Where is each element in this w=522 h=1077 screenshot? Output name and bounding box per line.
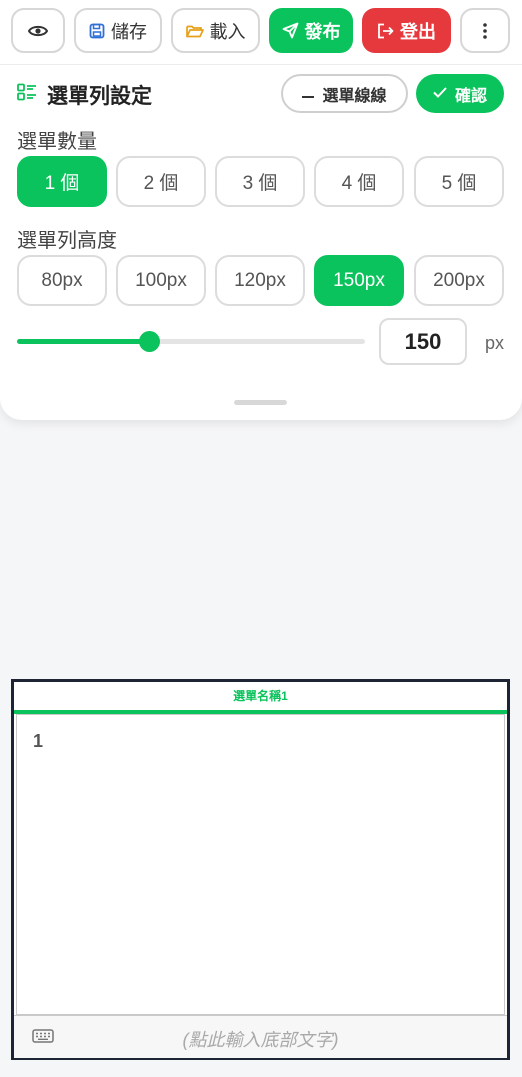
save-icon [89, 23, 105, 39]
count-option-3[interactable]: 3 個 [215, 156, 305, 207]
rich-menu-preview: 選單名稱1 1 (點此輸入底部文字) [11, 679, 510, 1060]
confirm-button[interactable]: 確認 [416, 74, 504, 113]
logout-icon [377, 23, 394, 39]
menu-tab[interactable]: 選單名稱1 [14, 687, 507, 704]
more-button[interactable] [460, 8, 510, 53]
section-title: 選單列設定 [17, 80, 152, 110]
height-option-80[interactable]: 80px [17, 255, 107, 306]
confirm-label: 確認 [454, 87, 487, 105]
folder-open-icon [185, 24, 204, 38]
bottom-text-placeholder[interactable]: (點此輸入底部文字) [14, 1026, 507, 1052]
height-option-120[interactable]: 120px [215, 255, 305, 306]
top-toolbar: 儲存 載入 發布 登出 [0, 0, 522, 65]
count-option-1[interactable]: 1 個 [17, 156, 107, 207]
menu-bottom-bar[interactable]: (點此輸入底部文字) [14, 1015, 507, 1058]
height-slider[interactable] [17, 331, 365, 352]
area-number: 1 [33, 731, 44, 751]
count-option-4[interactable]: 4 個 [314, 156, 404, 207]
count-option-2[interactable]: 2 個 [116, 156, 206, 207]
publish-label: 發布 [304, 21, 341, 42]
slider-fill [17, 339, 150, 344]
gridlines-button[interactable]: 選單線線 [281, 74, 408, 113]
preview-button[interactable] [11, 8, 65, 53]
logout-button[interactable]: 登出 [362, 8, 451, 53]
height-option-150[interactable]: 150px [314, 255, 404, 306]
menu-height-label: 選單列高度 [17, 230, 117, 252]
height-unit: px [485, 333, 505, 353]
save-button[interactable]: 儲存 [74, 8, 162, 53]
height-option-200[interactable]: 200px [414, 255, 504, 306]
slider-thumb[interactable] [139, 331, 161, 352]
menu-area-1[interactable]: 1 [16, 714, 505, 1015]
publish-button[interactable]: 發布 [269, 8, 353, 53]
height-option-100[interactable]: 100px [116, 255, 206, 306]
height-value-input[interactable]: 150 [379, 318, 467, 365]
section-title-text: 選單列設定 [47, 85, 152, 108]
more-vertical-icon [483, 22, 487, 39]
send-icon [282, 22, 299, 39]
gridlines-label: 選單線線 [322, 87, 387, 105]
minus-icon [302, 85, 315, 103]
count-option-5[interactable]: 5 個 [414, 156, 504, 207]
eye-icon [28, 24, 48, 38]
logout-label: 登出 [400, 21, 436, 42]
load-label: 載入 [209, 21, 246, 42]
settings-panel: 儲存 載入 發布 登出 選單列設定 選單線線 確認 選單數量 1 個 2 個 3… [0, 0, 522, 420]
panel-drag-handle[interactable] [234, 400, 287, 405]
save-label: 儲存 [111, 21, 147, 42]
menu-count-label: 選單數量 [17, 131, 97, 153]
menu-tab-bar: 選單名稱1 [14, 682, 507, 714]
check-icon [433, 85, 447, 103]
load-button[interactable]: 載入 [171, 8, 260, 53]
list-settings-icon [17, 83, 37, 107]
